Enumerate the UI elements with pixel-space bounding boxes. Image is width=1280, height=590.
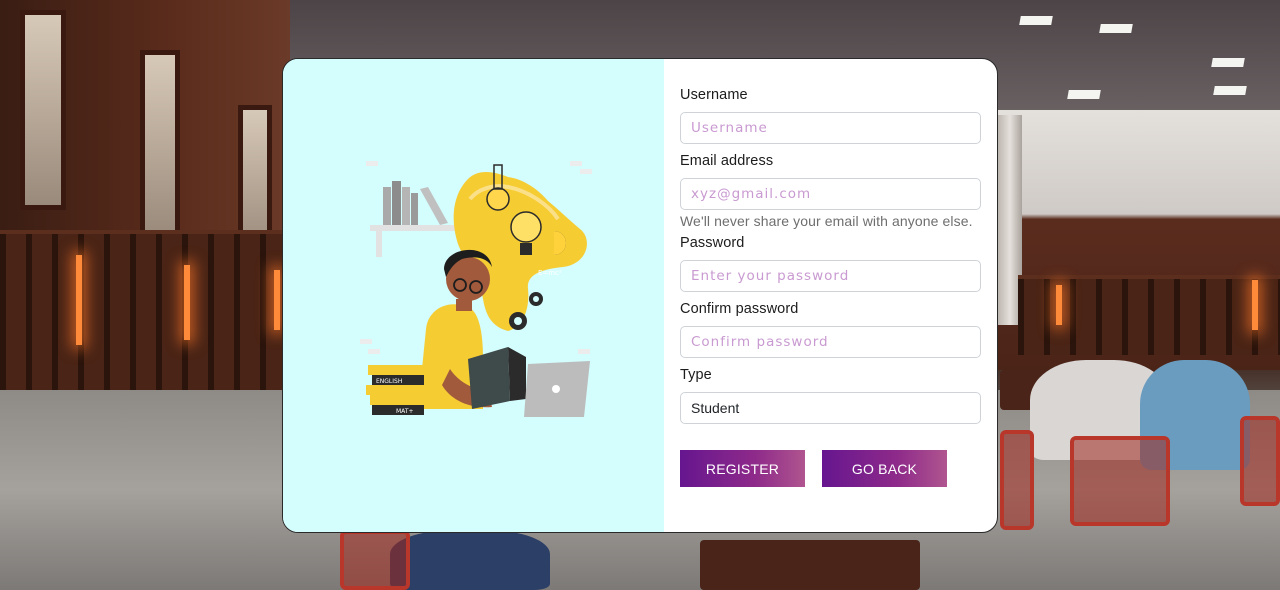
confirm-password-input[interactable] bbox=[680, 326, 981, 358]
go-back-button[interactable]: GO BACK bbox=[822, 450, 947, 487]
email-hint: We'll never share your email with anyone… bbox=[680, 213, 973, 229]
type-field-group: Type Student bbox=[680, 367, 981, 424]
email-label: Email address bbox=[680, 153, 774, 169]
username-label: Username bbox=[680, 87, 748, 103]
ideas-cloud-icon: E=mc² bbox=[453, 164, 587, 331]
email-input[interactable] bbox=[680, 178, 981, 210]
confirm-password-field-group: Confirm password bbox=[680, 301, 981, 358]
register-form: Username Email address We'll never share… bbox=[664, 59, 997, 532]
register-button[interactable]: REGISTER bbox=[680, 450, 805, 487]
book-label-math: MAT+ bbox=[396, 408, 414, 415]
form-actions: REGISTER GO BACK bbox=[680, 450, 981, 487]
email-field-group: Email address We'll never share your ema… bbox=[680, 153, 981, 229]
confirm-password-label: Confirm password bbox=[680, 301, 799, 317]
book-label-english: ENGLISH bbox=[376, 378, 402, 385]
type-label: Type bbox=[680, 367, 712, 383]
type-select[interactable]: Student bbox=[680, 392, 981, 424]
password-field-group: Password bbox=[680, 235, 981, 292]
type-select-value: Student bbox=[691, 400, 740, 416]
svg-text:E=mc²: E=mc² bbox=[538, 269, 562, 277]
illustration-panel: E=mc² ENGLISH MAT+ bbox=[283, 59, 664, 532]
student-reading-illustration: E=mc² ENGLISH MAT+ bbox=[360, 161, 592, 417]
username-input[interactable] bbox=[680, 112, 981, 144]
username-field-group: Username bbox=[680, 87, 981, 144]
register-card: E=mc² ENGLISH MAT+ Username Username Ema… bbox=[282, 58, 998, 533]
books-stack-icon: ENGLISH MAT+ bbox=[366, 365, 424, 415]
bookshelf-icon bbox=[370, 181, 456, 257]
laptop-icon bbox=[524, 361, 590, 417]
password-label: Password bbox=[680, 235, 745, 251]
password-input[interactable] bbox=[680, 260, 981, 292]
